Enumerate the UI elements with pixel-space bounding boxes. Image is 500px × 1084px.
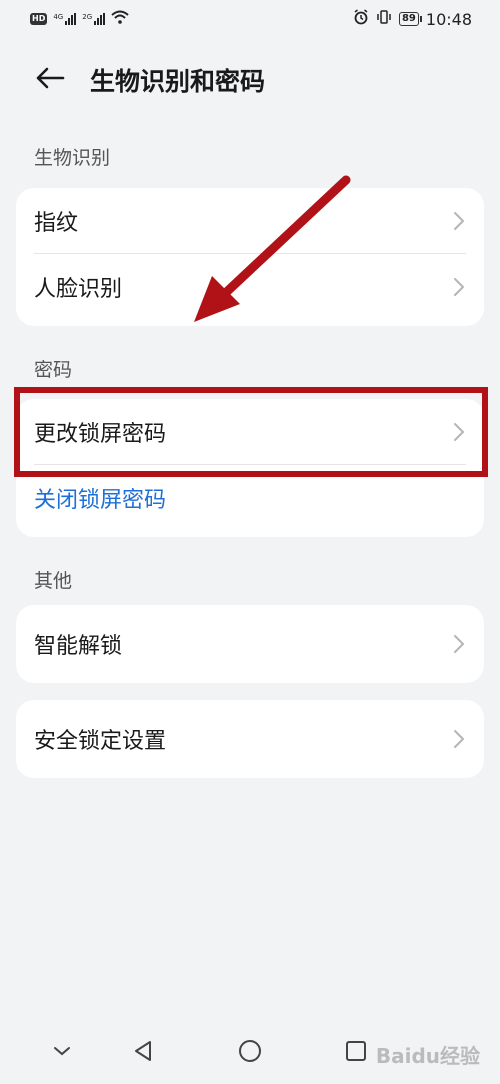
section-label-biometrics: 生物识别	[34, 147, 111, 169]
list-item-disable-lock-password[interactable]: 关闭锁屏密码	[16, 465, 484, 531]
section-label-other: 其他	[34, 570, 73, 592]
settings-screen: HD 4G 2G 89 10:48 生物识别和密码 生物识别 指纹 人脸识别 密…	[0, 0, 500, 1084]
list-item-smart-unlock[interactable]: 智能解锁	[16, 605, 484, 683]
status-left: HD 4G 2G	[30, 10, 129, 28]
circle-home-icon	[239, 1040, 261, 1062]
card-security: 安全锁定设置	[16, 700, 484, 778]
card-biometrics: 指纹 人脸识别	[16, 188, 484, 326]
chevron-right-icon	[454, 423, 464, 441]
square-recents-icon	[346, 1041, 366, 1061]
list-item-security-lock-settings[interactable]: 安全锁定设置	[16, 700, 484, 778]
item-label: 关闭锁屏密码	[34, 488, 167, 513]
list-item-change-lock-password[interactable]: 更改锁屏密码	[16, 399, 484, 465]
item-label: 智能解锁	[34, 634, 123, 659]
card-password: 更改锁屏密码 关闭锁屏密码	[16, 399, 484, 537]
signal-tag: 4G	[53, 13, 64, 21]
nav-back-button[interactable]	[128, 1036, 158, 1066]
nav-collapse-button[interactable]	[47, 1036, 77, 1066]
back-arrow-icon	[36, 67, 65, 89]
nav-recents-button[interactable]	[341, 1036, 371, 1066]
item-label: 安全锁定设置	[34, 729, 167, 754]
page-title: 生物识别和密码	[90, 67, 266, 96]
list-item-face-recognition[interactable]: 人脸识别	[16, 254, 484, 320]
card-other: 智能解锁	[16, 605, 484, 683]
signal-icon: 2G	[82, 13, 106, 25]
page-header: 生物识别和密码	[0, 50, 500, 106]
signal-tag: 2G	[82, 13, 93, 21]
vibrate-icon	[376, 9, 392, 29]
hd-badge: HD	[30, 13, 48, 25]
status-bar: HD 4G 2G 89 10:48	[0, 0, 500, 38]
chevron-right-icon	[454, 278, 464, 296]
status-right: 89 10:48	[353, 9, 472, 29]
back-button[interactable]	[30, 60, 70, 96]
item-label: 更改锁屏密码	[34, 422, 167, 447]
item-label: 指纹	[34, 211, 79, 236]
nav-home-button[interactable]	[235, 1036, 265, 1066]
battery-icon: 89	[398, 12, 422, 26]
chevron-down-icon	[54, 1047, 70, 1056]
section-label-password: 密码	[34, 359, 73, 381]
status-time: 10:48	[425, 9, 472, 29]
watermark: Baidu经验	[375, 1044, 480, 1068]
chevron-right-icon	[454, 212, 464, 230]
item-label: 人脸识别	[34, 277, 123, 302]
wifi-icon	[111, 10, 129, 28]
list-item-fingerprint[interactable]: 指纹	[16, 188, 484, 254]
alarm-icon	[353, 9, 369, 29]
signal-icon: 4G	[53, 13, 77, 25]
chevron-right-icon	[454, 730, 464, 748]
chevron-right-icon	[454, 635, 464, 653]
triangle-back-icon	[135, 1041, 151, 1061]
